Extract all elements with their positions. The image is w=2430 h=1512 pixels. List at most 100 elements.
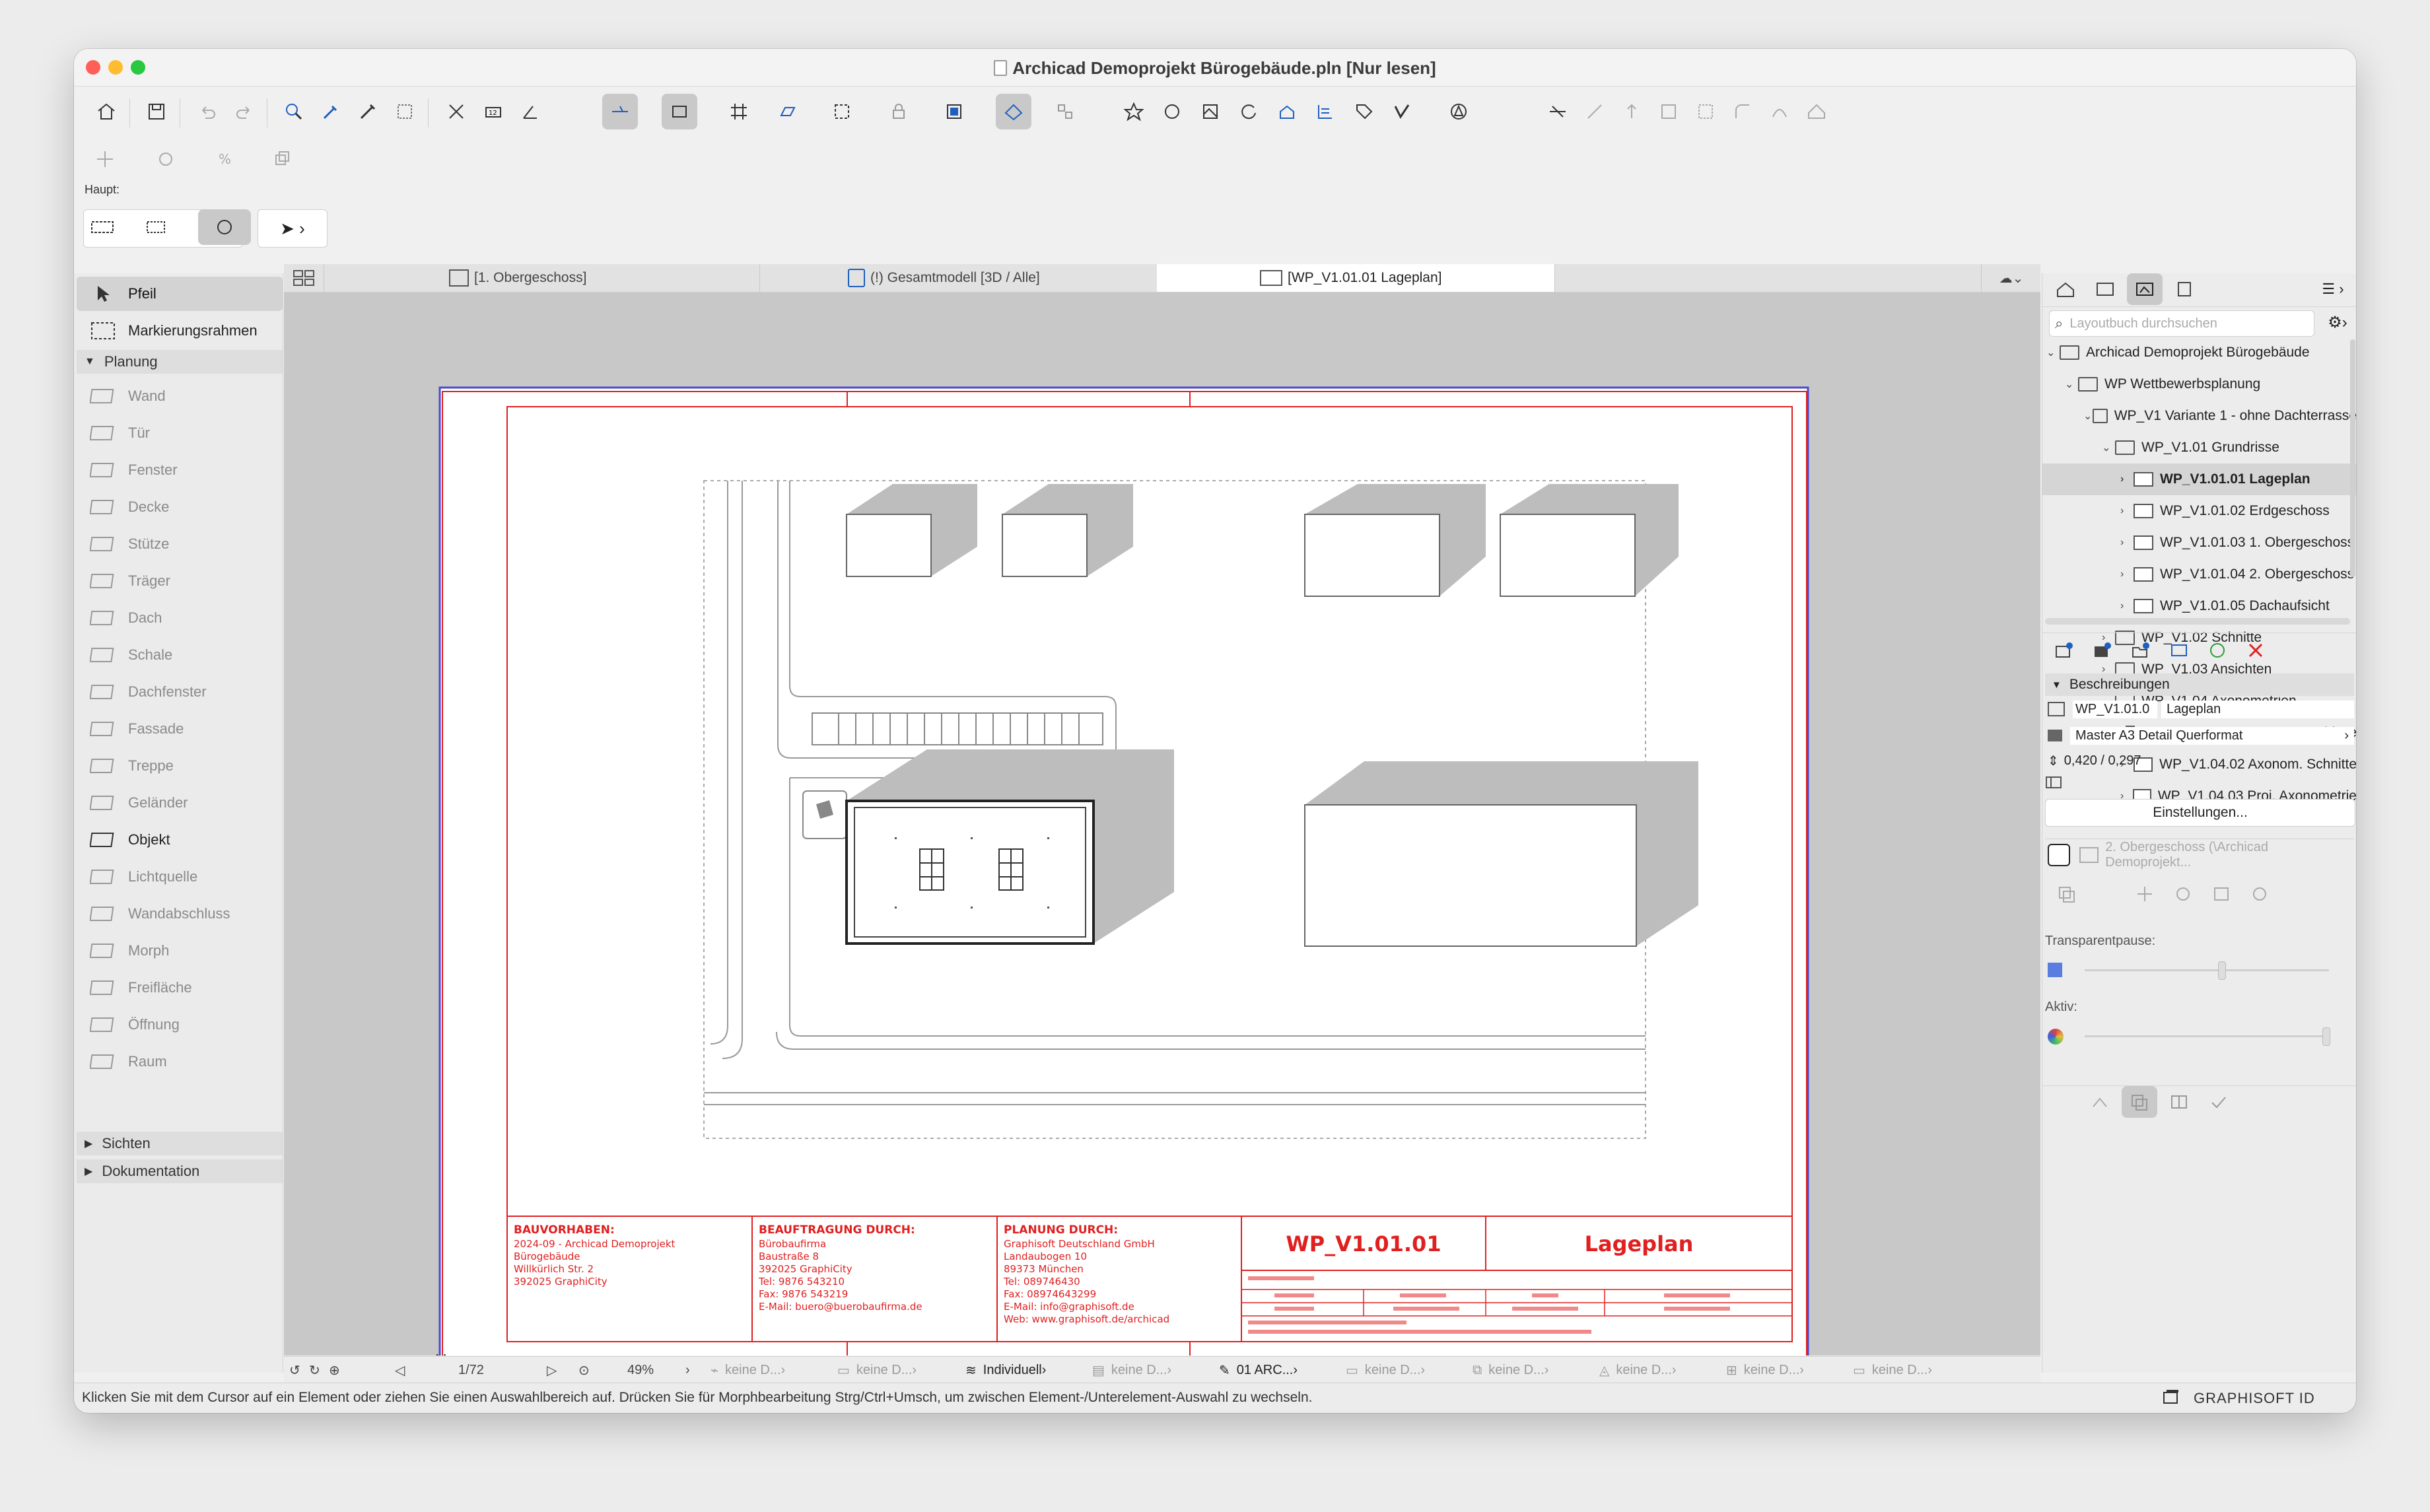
check-icon[interactable] [2201, 1086, 2237, 1118]
tree-layout-item[interactable]: › WP_V1.01.02 Erdgeschoss [2042, 495, 2356, 527]
new-master-icon[interactable] [2085, 635, 2120, 666]
move-trace-icon[interactable] [2127, 878, 2163, 910]
refresh-icon[interactable] [2200, 635, 2235, 666]
chevron-down-icon[interactable]: ⌄ [2046, 346, 2060, 359]
undo-zoom-icon[interactable]: ↺ [289, 1357, 300, 1383]
tab-obergeschoss[interactable]: [1. Obergeschoss] [324, 264, 760, 292]
layout-search-input[interactable]: ⌕ Layoutbuch durchsuchen [2049, 310, 2314, 337]
reset-trace-icon[interactable] [2242, 878, 2277, 910]
aktiv-slider[interactable] [2085, 1035, 2329, 1037]
settings-button[interactable]: Einstellungen... [2045, 799, 2355, 827]
tool-roof[interactable]: Dach [77, 601, 283, 635]
curve-icon[interactable] [1762, 94, 1797, 129]
quick-option-7[interactable]: ⊞ keine D... › [1726, 1357, 1804, 1383]
trim-icon[interactable] [438, 94, 474, 129]
quick-option-individuell[interactable]: ≋ Individuell › [965, 1357, 1046, 1383]
fillet-icon[interactable] [1725, 94, 1760, 129]
renovation-icon[interactable] [1384, 94, 1420, 129]
percent-icon[interactable]: % [207, 141, 243, 177]
tool-lamp[interactable]: Lichtquelle [77, 860, 283, 894]
favorites-icon[interactable] [1116, 94, 1152, 129]
construction-grid-icon[interactable] [770, 94, 806, 129]
chevron-right-icon[interactable]: › [2120, 600, 2134, 612]
schedule-icon[interactable] [1307, 94, 1343, 129]
tab-overview-icon[interactable] [284, 264, 324, 292]
rotate-trace-icon[interactable] [2165, 878, 2201, 910]
quick-option-5[interactable]: ⧉ keine D... › [1473, 1357, 1548, 1383]
tool-mesh[interactable]: Freifläche [77, 971, 283, 1005]
tab-gesamtmodell[interactable]: (!) Gesamtmodell [3D / Alle] [759, 264, 1158, 292]
selection-rect-icon[interactable] [85, 209, 120, 245]
selection-lasso-icon[interactable] [198, 209, 251, 245]
layout-name-field[interactable]: Lageplan [2161, 700, 2354, 718]
trace-ref-icon[interactable] [2082, 1086, 2118, 1118]
redo-icon[interactable] [226, 94, 261, 129]
chevron-right-icon[interactable]: › [2120, 568, 2134, 580]
tool-wall-end[interactable]: Wandabschluss [77, 897, 283, 931]
new-layout-icon[interactable] [2046, 635, 2082, 666]
layout-id-field[interactable]: WP_V1.01.0 [2073, 700, 2157, 718]
tree-layout-item[interactable]: › WP_V1.01.01 Lageplan [2042, 464, 2356, 495]
zoom-icon[interactable]: ⊕ [329, 1357, 340, 1383]
tool-door[interactable]: Tür [77, 416, 283, 450]
transparency-slider-handle[interactable] [2218, 961, 2226, 980]
selection-poly-icon[interactable] [140, 209, 176, 245]
tree-layout-item[interactable]: › WP_V1.01.05 Dachaufsicht [2042, 590, 2356, 622]
quick-option-1[interactable]: ⌁ keine D... › [711, 1357, 785, 1383]
group-planung[interactable]: ▼ Planung [77, 350, 283, 374]
group-dokumentation[interactable]: ▶ Dokumentation [77, 1159, 283, 1183]
move-icon[interactable] [87, 141, 123, 177]
new-subset-icon[interactable] [2123, 635, 2159, 666]
magic-wand-icon[interactable] [387, 94, 423, 129]
tool-opening[interactable]: Öffnung [77, 1008, 283, 1042]
project-map-icon[interactable] [2048, 273, 2083, 305]
snap-guides-icon[interactable] [662, 94, 697, 129]
tool-wall[interactable]: Wand [77, 379, 283, 413]
quick-option-arc[interactable]: ✎ 01 ARC... › [1219, 1357, 1298, 1383]
layout-icon[interactable] [1193, 94, 1228, 129]
show-trace-icon[interactable] [2049, 878, 2085, 910]
publisher-icon[interactable] [1154, 94, 1190, 129]
descriptions-header[interactable]: ▼ Beschreibungen [2045, 673, 2354, 696]
tree-layout-item[interactable]: › WP_V1.01.03 1. Obergeschoss [2042, 527, 2356, 559]
tree-horizontal-scrollbar[interactable] [2045, 618, 2350, 625]
pointer-select-button[interactable]: ➤ › [258, 209, 328, 248]
surface-override-icon[interactable] [996, 94, 1031, 129]
tool-object[interactable]: Objekt [77, 823, 283, 857]
undo-icon[interactable] [190, 94, 226, 129]
tool-beam[interactable]: Träger [77, 564, 283, 598]
home-story-icon[interactable] [1269, 94, 1305, 129]
copy-icon[interactable] [264, 141, 300, 177]
layout-canvas[interactable]: × [284, 292, 2040, 1356]
window-icon[interactable] [2162, 1389, 2182, 1407]
tool-shell[interactable]: Schale [77, 638, 283, 672]
tree-folder-item[interactable]: ⌄ WP_V1.01 Grundrisse [2042, 432, 2356, 464]
redo-zoom-icon[interactable]: ↻ [309, 1357, 320, 1383]
tree-folder-item[interactable]: ⌄ WP_V1 Variante 1 - ohne Dachterrasse [2042, 400, 2356, 432]
tool-curtain-wall[interactable]: Fassade [77, 712, 283, 746]
quick-option-2[interactable]: ▭ keine D... › [837, 1357, 917, 1383]
guide-lines-icon[interactable] [602, 94, 638, 129]
tab-lageplan[interactable]: [WP_V1.01.01 Lageplan] [1157, 264, 1555, 292]
quick-option-8[interactable]: ▭ keine D... › [1853, 1357, 1932, 1383]
home-icon[interactable] [88, 94, 124, 129]
marquee-snap-icon[interactable] [824, 94, 860, 129]
quick-option-4[interactable]: ▭ keine D... › [1346, 1357, 1425, 1383]
compare-icon[interactable] [2122, 1086, 2157, 1118]
tool-column[interactable]: Stütze [77, 527, 283, 561]
tool-zone[interactable]: Raum [77, 1045, 283, 1079]
split-view-icon[interactable] [2161, 1086, 2197, 1118]
lock-icon[interactable] [881, 94, 917, 129]
aktiv-slider-handle[interactable] [2322, 1027, 2330, 1046]
chevron-right-icon[interactable]: › [685, 1357, 690, 1383]
panel-menu-icon[interactable]: ☰ › [2313, 273, 2353, 305]
split-icon[interactable] [1540, 94, 1576, 129]
rotate-copy-icon[interactable] [148, 141, 184, 177]
next-page-icon[interactable]: ▷ [547, 1357, 557, 1383]
tool-window[interactable]: Fenster [77, 453, 283, 487]
master-select[interactable]: Master A3 Detail Querformat [2070, 726, 2354, 745]
zoom-value[interactable]: 49% [627, 1357, 654, 1383]
layout-book-icon[interactable] [2127, 273, 2163, 305]
group-sichten[interactable]: ▶ Sichten [77, 1132, 283, 1155]
fit-zoom-icon[interactable]: ⊙ [578, 1357, 590, 1383]
